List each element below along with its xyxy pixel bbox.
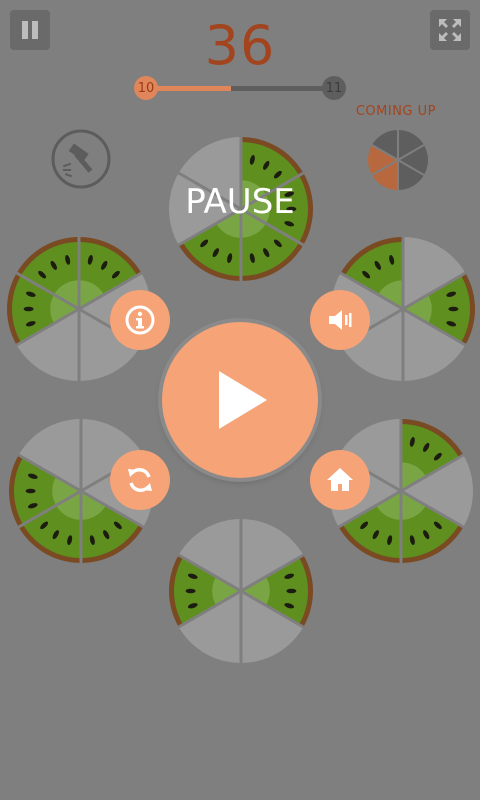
home-button[interactable]	[310, 450, 370, 510]
next-level-badge: 11	[322, 76, 346, 100]
play-button[interactable]	[162, 322, 318, 478]
kiwi-wheel-bottom[interactable]	[166, 516, 316, 666]
refresh-icon	[128, 468, 152, 492]
score-display: 36	[204, 14, 276, 77]
level-progress: 10 11	[134, 76, 346, 102]
pause-title: PAUSE	[185, 182, 295, 222]
sound-button[interactable]	[310, 290, 370, 350]
current-level-badge: 10	[134, 76, 158, 100]
level-progress-fill	[146, 86, 231, 91]
hammer-powerup[interactable]	[50, 128, 112, 190]
restart-button[interactable]	[110, 450, 170, 510]
coming-up-label: COMING UP	[355, 104, 436, 119]
info-icon	[125, 305, 155, 335]
hammer-icon	[51, 129, 111, 189]
play-icon	[219, 371, 267, 429]
speaker-icon	[329, 310, 352, 330]
home-icon	[327, 468, 353, 491]
info-button[interactable]	[110, 290, 170, 350]
